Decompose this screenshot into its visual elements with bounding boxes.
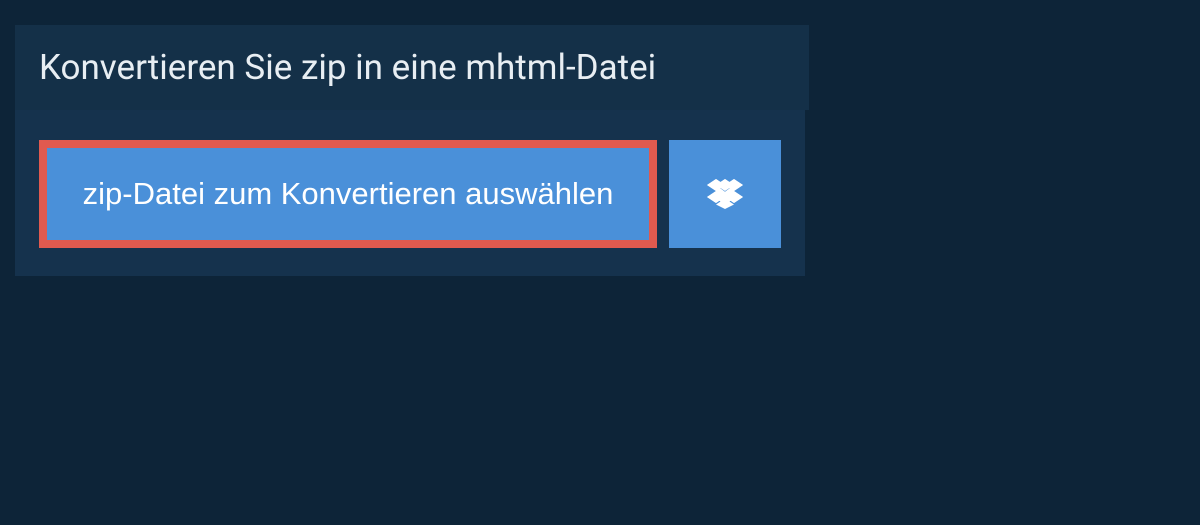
select-file-button[interactable]: zip-Datei zum Konvertieren auswählen [39, 140, 657, 248]
dropbox-icon [707, 176, 743, 212]
card-header: Konvertieren Sie zip in eine mhtml-Datei [15, 25, 809, 110]
button-row: zip-Datei zum Konvertieren auswählen [15, 110, 805, 276]
converter-card: Konvertieren Sie zip in eine mhtml-Datei… [15, 25, 805, 276]
select-file-label: zip-Datei zum Konvertieren auswählen [83, 176, 614, 212]
page-title: Konvertieren Sie zip in eine mhtml-Datei [39, 47, 785, 88]
dropbox-button[interactable] [669, 140, 781, 248]
